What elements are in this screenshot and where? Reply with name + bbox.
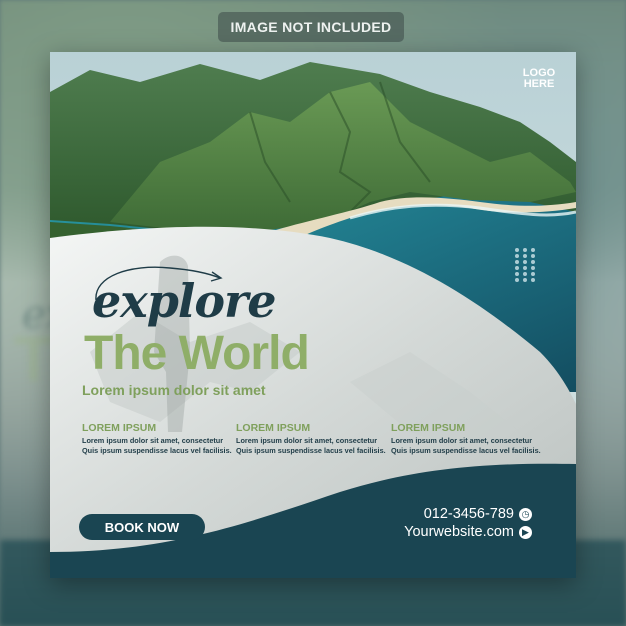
phone-contact: 012-3456-789 ◷ [424,506,532,522]
main-heading: The World [84,327,310,380]
info-column-title: LOREM IPSUM [236,422,311,434]
logo-line-2: HERE [523,78,555,90]
website-contact[interactable]: Yourwebsite.com ▶ [404,524,532,540]
info-column-title: LOREM IPSUM [391,422,466,434]
info-column: LOREM IPSUM Lorem ipsum dolor sit amet, … [236,422,386,455]
info-column-text: Lorem ipsum dolor sit amet, consectetur … [391,436,541,455]
info-column-text: Lorem ipsum dolor sit amet, consectetur … [82,436,232,455]
info-column: LOREM IPSUM Lorem ipsum dolor sit amet, … [82,422,232,455]
clock-icon: ◷ [519,507,532,521]
book-now-button[interactable]: BOOK NOW [79,514,205,540]
info-column: LOREM IPSUM Lorem ipsum dolor sit amet, … [391,422,541,455]
phone-number: 012-3456-789 [423,506,514,522]
info-column-text: Lorem ipsum dolor sit amet, consectetur … [236,436,386,455]
decorative-dots [515,248,537,282]
sub-heading: Lorem ipsum dolor sit amet [82,382,266,398]
website-link[interactable]: Yourwebsite.com [404,524,514,540]
logo-placeholder: LOGO HERE [516,68,562,90]
script-heading: explore [92,274,277,328]
play-icon: ▶ [519,525,532,539]
image-not-included-label: IMAGE NOT INCLUDED [218,12,404,42]
promo-card: LOGO HERE explore The World Lorem ipsum … [50,52,576,578]
info-column-title: LOREM IPSUM [82,422,157,434]
